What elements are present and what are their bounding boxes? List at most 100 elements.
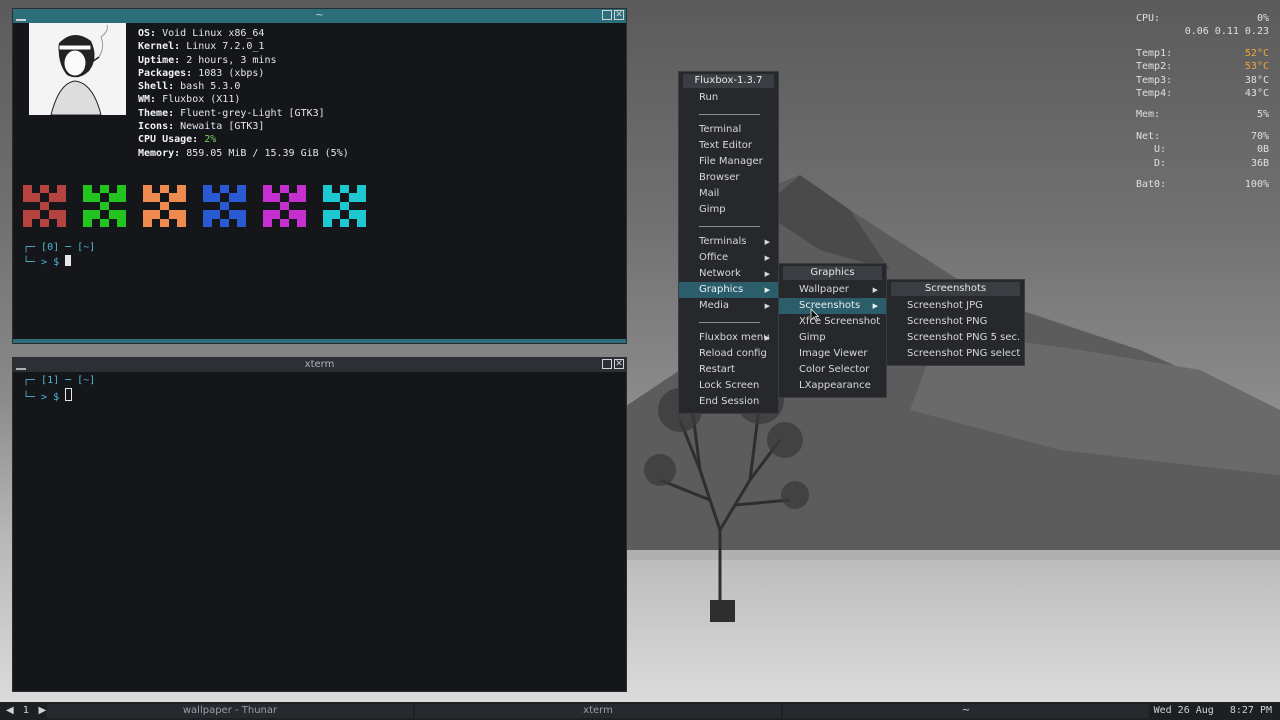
minimize-icon[interactable] [16,368,26,370]
menu-item-label: Gimp [799,332,826,343]
task-label: wallpaper - Thunar [182,705,278,716]
close-icon[interactable]: ✕ [614,10,624,20]
menu-item-screenshot-png-select[interactable]: Screenshot PNG select [887,346,1024,362]
menu-item-media[interactable]: Media ▶ [679,298,778,314]
menu-separator [679,314,778,330]
menu-item-office[interactable]: Office ▶ [679,250,778,266]
menu-item-xfce-screenshot[interactable]: Xfce Screenshot [779,314,886,330]
task-label: xterm [583,705,613,716]
menu-item-label: Office [699,252,729,263]
task-button[interactable]: wallpaper - Thunar [47,704,413,718]
info-value: 2 hours, 3 mins [186,54,277,66]
menu-item-label: Screenshot PNG [907,316,988,327]
battery-label: Bat0: [1136,178,1167,190]
menu-separator [679,106,778,122]
menu-item-label: Lock Screen [699,380,760,391]
upload-value: 0B [1256,144,1269,156]
prev-workspace-icon[interactable]: ◀ [6,705,14,716]
info-value: 2% [204,134,217,146]
menu-item-lock-screen[interactable]: Lock Screen [679,378,778,394]
menu-item-label: Color Selector [799,364,870,375]
info-value: Fluxbox (X11) [162,94,241,106]
mouse-pointer-icon [810,308,819,322]
shell-prompt[interactable]: ┌─ [0] ─ [~] └─ > $ [23,241,95,269]
clock[interactable]: Wed 26 Aug 8:27 PM [1154,702,1272,720]
terminal-window-main[interactable]: ~ ✕ OS: Void Linux x86_64 Kernel: Linux … [12,8,627,344]
menu-item-label: End Session [699,396,760,407]
task-button[interactable]: xterm [415,704,781,718]
menu-item-label: Gimp [699,204,726,215]
time: 8:27 PM [1229,705,1272,716]
temp1-value: 52°C [1244,47,1269,59]
screenshots-submenu[interactable]: Screenshots Screenshot JPG Screenshot PNG… [886,279,1025,366]
menu-item-image-viewer[interactable]: Image Viewer [779,346,886,362]
submenu-arrow-icon: ▶ [872,302,878,310]
menu-item-screenshots[interactable]: Screenshots ▶ [779,298,886,314]
menu-item-run[interactable]: Run [679,90,778,106]
battery-value: 100% [1244,178,1269,190]
task-label: ~ [961,705,971,716]
info-key: OS: [138,28,157,39]
info-key: Icons: [138,121,175,133]
menu-item-wallpaper[interactable]: Wallpaper ▶ [779,282,886,298]
menu-item-file-manager[interactable]: File Manager [679,154,778,170]
submenu-arrow-icon: ▶ [764,254,770,262]
taskbar: ◀ 1 ▶ wallpaper - Thunar xterm ~ Wed 26 … [0,702,1280,720]
next-workspace-icon[interactable]: ▶ [38,705,46,716]
info-value: Fluent-grey-Light [GTK3] [180,107,325,119]
download-label: D: [1154,157,1167,169]
menu-item-graphics[interactable]: Graphics ▶ [679,282,778,298]
workspace-switcher[interactable]: ◀ 1 ▶ [6,702,46,720]
color-block [203,185,246,227]
info-key: WM: [138,94,157,106]
menu-item-end-session[interactable]: End Session [679,394,778,410]
system-monitor: CPU: 0% 0.06 0.11 0.23 Temp1: 52°C Temp2: 5… [1136,12,1269,191]
info-value: Newaita [GTK3] [180,121,265,133]
menu-item-color-selector[interactable]: Color Selector [779,362,886,378]
menu-item-gimp[interactable]: Gimp [679,202,778,218]
task-button[interactable]: ~ [783,704,1149,718]
maximize-icon[interactable] [602,10,612,20]
minimize-icon[interactable] [16,19,26,21]
prompt-line-1: ┌─ [0] ─ [~] [23,242,96,253]
maximize-icon[interactable] [602,359,612,369]
info-key: Theme: [138,107,175,119]
info-value: Void Linux x86_64 [162,28,265,39]
menu-item-restart[interactable]: Restart [679,362,778,378]
workspace-number: 1 [22,705,30,716]
terminal-window-xterm[interactable]: xterm ✕ ┌─ [1] ─ [~] └─ > $ [12,357,627,692]
menu-item-fluxbox-menu[interactable]: Fluxbox menu ▶ [679,330,778,346]
close-icon[interactable]: ✕ [614,359,624,369]
menu-item-label: Media [699,300,730,311]
shell-prompt[interactable]: ┌─ [1] ─ [~] └─ > $ [23,374,95,404]
menu-item-terminals[interactable]: Terminals ▶ [679,234,778,250]
temp3-label: Temp3: [1136,74,1173,86]
menu-item-network[interactable]: Network ▶ [679,266,778,282]
info-value: Linux 7.2.0_1 [186,41,265,53]
menu-item-label: Terminal [699,124,742,135]
info-key: Uptime: [138,54,181,66]
menu-item-text-editor[interactable]: Text Editor [679,138,778,154]
info-key: Kernel: [138,41,181,53]
menu-item-label: Text Editor [699,140,752,151]
menu-item-label: Screenshot PNG select [907,348,1021,359]
menu-item-reload-config[interactable]: Reload config [679,346,778,362]
prompt-line-2: └─ > $ [23,391,60,403]
menu-item-label: Screenshot PNG 5 sec. [907,332,1021,343]
menu-item-screenshot-png-5-sec[interactable]: Screenshot PNG 5 sec. [887,330,1024,346]
terminal-titlebar[interactable]: xterm ✕ [13,358,626,372]
menu-item-browser[interactable]: Browser [679,170,778,186]
fluxbox-root-menu[interactable]: Fluxbox-1.3.7 Run Terminal Text Editor File… [678,71,779,414]
menu-item-screenshot-png[interactable]: Screenshot PNG [887,314,1024,330]
terminal-titlebar[interactable]: ~ ✕ [13,9,626,23]
menu-item-terminal[interactable]: Terminal [679,122,778,138]
menu-item-lxappearance[interactable]: LXappearance [779,378,886,394]
menu-item-label: Network [699,268,741,279]
submenu-arrow-icon: ▶ [764,334,770,342]
menu-item-mail[interactable]: Mail [679,186,778,202]
menu-item-screenshot-jpg[interactable]: Screenshot JPG [887,298,1024,314]
menu-separator [679,218,778,234]
graphics-submenu[interactable]: Graphics Wallpaper ▶ Screenshots ▶ Xfce Scre… [778,263,887,398]
menu-item-gimp[interactable]: Gimp [779,330,886,346]
system-info: OS: Void Linux x86_64 Kernel: Linux 7.2.… [138,27,349,160]
